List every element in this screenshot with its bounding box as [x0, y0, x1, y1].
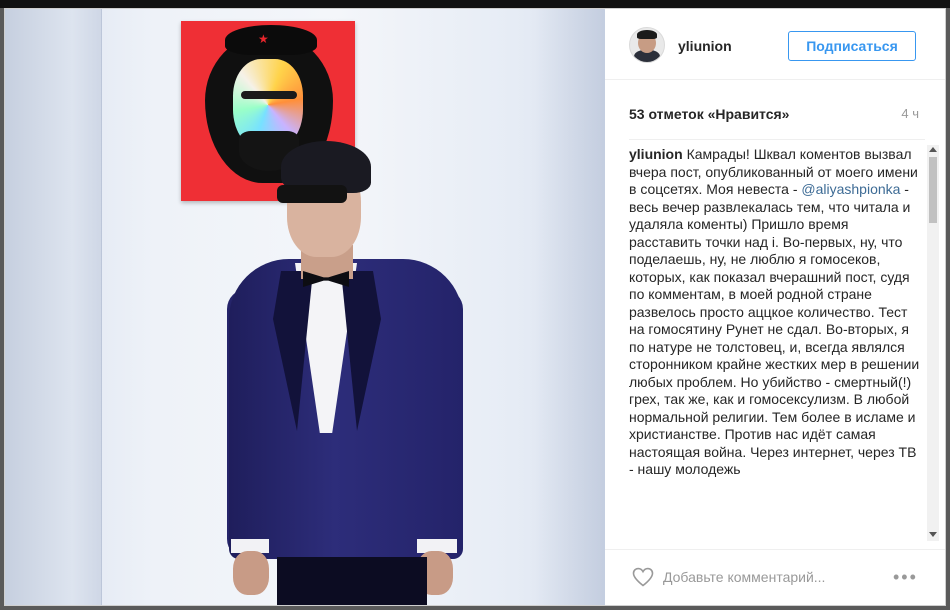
avatar-hair	[637, 30, 657, 39]
post-modal: ★ yliunion Подписаться 53 отметок «Нрави…	[4, 8, 946, 606]
person-sunglasses	[277, 185, 347, 203]
caption-scroll-area[interactable]: yliunion Камрады! Шквал коментов вызвал …	[629, 145, 921, 541]
scroll-up-arrow-icon[interactable]	[929, 147, 937, 152]
post-side-panel: yliunion Подписаться 53 отметок «Нравитс…	[605, 9, 945, 605]
caption-scrollbar[interactable]	[927, 145, 939, 541]
poster-beret	[225, 25, 317, 55]
avatar[interactable]	[629, 27, 665, 63]
caption-mention-link[interactable]: @aliyashpionka	[801, 181, 900, 197]
top-bar	[0, 0, 950, 8]
comment-bar: •••	[605, 549, 945, 605]
divider	[629, 139, 925, 140]
caption-username[interactable]: yliunion	[629, 146, 683, 162]
scrollbar-thumb[interactable]	[929, 157, 937, 223]
post-photo[interactable]: ★	[5, 9, 605, 605]
photo-doorframe	[5, 9, 102, 605]
photo-shadow	[535, 9, 605, 605]
scroll-down-arrow-icon[interactable]	[929, 532, 937, 537]
post-stats: 53 отметок «Нравится» 4 ч	[629, 106, 919, 126]
heart-icon[interactable]	[631, 565, 655, 589]
follow-button[interactable]: Подписаться	[788, 31, 916, 61]
post-header: yliunion Подписаться	[605, 9, 945, 80]
likes-count[interactable]: 53 отметок «Нравится»	[629, 106, 789, 122]
person-hand-left	[233, 551, 269, 595]
person-trousers	[277, 557, 427, 605]
caption-part-2: - весь вечер развлекалась тем, что читал…	[629, 181, 920, 477]
poster-star-icon: ★	[258, 32, 269, 46]
username-link[interactable]: yliunion	[678, 38, 732, 54]
post-timestamp[interactable]: 4 ч	[901, 106, 919, 121]
more-options-icon[interactable]: •••	[893, 568, 918, 586]
poster-eyes	[241, 91, 297, 99]
comment-input[interactable]	[663, 564, 847, 590]
caption-text: yliunion Камрады! Шквал коментов вызвал …	[629, 145, 921, 479]
